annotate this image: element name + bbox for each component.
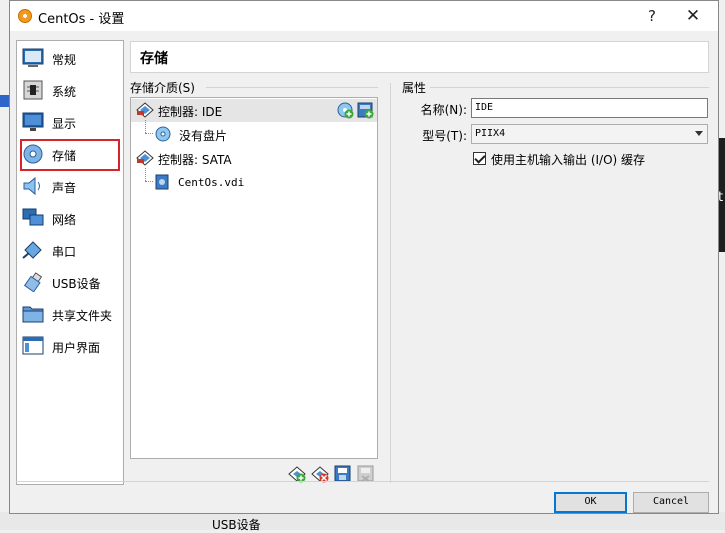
nav-item-label: 用户界面 (52, 341, 101, 355)
background-window-bottom (0, 512, 725, 530)
settings-dialog: CentOs - 设置 ? ✕ 常规 系统 显示 存储 声音 网络 串口 USB… (9, 0, 719, 514)
help-button[interactable]: ? (632, 4, 672, 28)
virtualbox-app-icon (18, 9, 32, 23)
type-select-value: PIIX4 (475, 128, 506, 139)
nav-item-label: 常规 (52, 53, 77, 67)
tree-item-label: 没有盘片 (179, 129, 228, 143)
nav-item-label: 声音 (52, 181, 77, 195)
nav-item-audio[interactable]: 声音 (20, 171, 120, 203)
type-select[interactable]: PIIX4 (471, 124, 708, 144)
page-title-bar: 存储 (130, 41, 709, 73)
nav-item-usb[interactable]: USB设备 (20, 267, 120, 299)
nav-item-label: 显示 (52, 117, 77, 131)
shared-folder-icon (22, 306, 44, 323)
tree-item-label: CentOs.vdi (178, 176, 245, 189)
add-hard-disk-icon[interactable] (357, 102, 374, 119)
ok-button[interactable]: OK (554, 492, 627, 513)
serial-port-icon (22, 241, 42, 259)
tree-item-sata-controller[interactable]: 控制器: SATA (131, 147, 377, 170)
nav-item-label: USB设备 (52, 277, 101, 291)
host-io-cache-checkbox[interactable] (473, 152, 486, 165)
attributes-label: 属性 (402, 81, 427, 95)
nav-item-general[interactable]: 常规 (20, 43, 120, 75)
attributes-group-divider (430, 87, 709, 88)
nav-item-network[interactable]: 网络 (20, 203, 120, 235)
settings-nav-list: 常规 系统 显示 存储 声音 网络 串口 USB设备 共享文件夹 用户界面 (16, 40, 124, 485)
user-interface-icon (22, 336, 44, 355)
general-icon (22, 48, 44, 67)
tree-item-label: 控制器: IDE (158, 105, 223, 119)
name-field-label: 名称(N): (420, 103, 467, 117)
tree-item-vdi-disk[interactable]: CentOs.vdi (131, 171, 377, 194)
close-button[interactable]: ✕ (673, 4, 713, 28)
controller-icon (136, 102, 154, 118)
system-chip-icon (23, 80, 43, 100)
nav-item-storage[interactable]: 存储 (20, 139, 120, 171)
title-bar[interactable]: CentOs - 设置 ? ✕ (10, 1, 718, 31)
nav-item-label: 串口 (52, 245, 77, 259)
nav-item-display[interactable]: 显示 (20, 107, 120, 139)
speaker-icon (23, 176, 40, 196)
tree-item-empty-optical[interactable]: 没有盘片 (131, 123, 377, 146)
display-monitor-icon (22, 112, 44, 131)
type-field-label: 型号(T): (422, 129, 467, 143)
cancel-button[interactable]: Cancel (633, 492, 709, 513)
nav-item-label: 共享文件夹 (52, 309, 113, 323)
storage-group-divider (206, 87, 378, 88)
nav-item-user-interface[interactable]: 用户界面 (20, 331, 120, 363)
storage-tree[interactable]: 控制器: IDE 没有盘片 控制器: SATA CentOs.vdi (130, 97, 378, 459)
chevron-down-icon (695, 131, 703, 136)
usb-icon (23, 272, 43, 292)
window-title: CentOs - 设置 (38, 12, 125, 27)
host-io-cache-label[interactable]: 使用主机输入输出 (I/O) 缓存 (491, 151, 645, 168)
controller-icon (136, 150, 154, 166)
footer-divider (16, 481, 709, 482)
hard-disk-icon (155, 174, 169, 190)
nav-item-serial[interactable]: 串口 (20, 235, 120, 267)
background-usb-label: USB设备 (212, 518, 261, 532)
panel-divider (390, 83, 391, 483)
add-optical-drive-icon[interactable] (337, 102, 354, 119)
tree-item-ide-controller[interactable]: 控制器: IDE (131, 99, 377, 122)
tree-item-label: 控制器: SATA (158, 153, 232, 167)
nav-item-shared-folders[interactable]: 共享文件夹 (20, 299, 120, 331)
nav-item-label: 系统 (52, 85, 77, 99)
network-icon (22, 208, 44, 226)
page-title: 存储 (140, 51, 168, 67)
nav-item-label: 存储 (52, 149, 77, 163)
optical-disc-icon (155, 126, 171, 142)
nav-item-system[interactable]: 系统 (20, 75, 120, 107)
storage-media-label: 存储介质(S) (130, 81, 195, 95)
nav-item-label: 网络 (52, 213, 77, 227)
storage-disk-icon (23, 144, 43, 164)
name-input[interactable]: IDE (471, 98, 708, 118)
